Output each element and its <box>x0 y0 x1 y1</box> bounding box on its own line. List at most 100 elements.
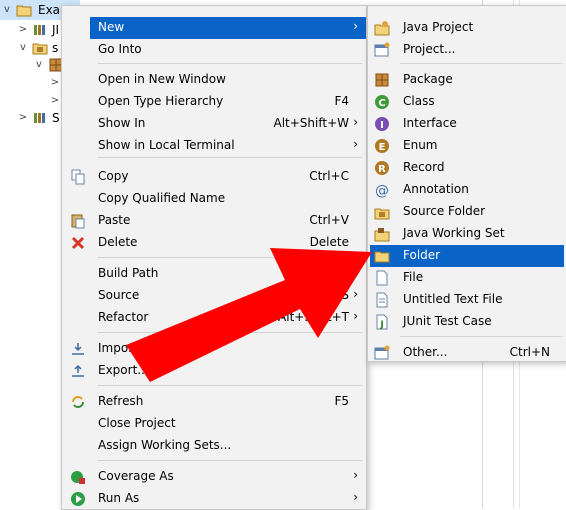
expand-chevron-icon[interactable]: > <box>50 73 60 93</box>
menu-item-show-in[interactable]: Show In Alt+Shift+W › <box>62 113 366 135</box>
new-item-folder[interactable]: Folder <box>370 245 564 267</box>
new-item-enum[interactable]: E Enum <box>368 135 566 157</box>
expand-chevron-icon[interactable]: v <box>18 38 28 58</box>
menu-item-import[interactable]: Import... <box>62 338 366 360</box>
menu-item-copy[interactable]: Copy Ctrl+C <box>62 166 366 188</box>
menu-item-label: Folder <box>403 248 441 262</box>
package-explorer-tree: v Exam > JI v s v > > > S <box>0 0 80 508</box>
paste-icon <box>71 214 85 229</box>
submenu-arrow-icon: › <box>353 287 358 301</box>
menu-item-label: Copy Qualified Name <box>98 191 226 205</box>
menu-item-label: Show In <box>98 116 146 130</box>
library-icon <box>34 25 45 35</box>
new-item-java-project[interactable]: Java Project <box>368 17 566 39</box>
menu-item-label: File <box>403 270 424 284</box>
menu-item-label: Enum <box>403 138 438 152</box>
expand-chevron-icon[interactable]: > <box>18 108 28 128</box>
menu-item-label: Interface <box>403 116 457 130</box>
svg-text:C: C <box>378 98 385 109</box>
menu-item-close-project[interactable]: Close Project <box>62 413 366 435</box>
menu-item-source[interactable]: Source Alt+Shift+S › <box>62 285 366 307</box>
new-item-other[interactable]: Other... Ctrl+N <box>368 342 566 364</box>
copy-icon <box>71 169 85 185</box>
package-icon <box>375 73 389 87</box>
menu-item-run-as[interactable]: Run As › <box>62 488 366 510</box>
project-folder-icon <box>16 5 32 17</box>
menu-item-label: Annotation <box>403 182 469 196</box>
new-item-annotation[interactable]: @ Annotation <box>368 179 566 201</box>
junit-icon: J <box>376 314 388 330</box>
expand-chevron-icon[interactable]: v <box>34 55 44 75</box>
menu-item-go-into[interactable]: Go Into <box>62 39 366 61</box>
menu-separator <box>98 460 362 461</box>
menu-item-build-path[interactable]: Build Path › <box>62 263 366 285</box>
new-item-project[interactable]: Project... <box>368 39 566 61</box>
menu-item-open-in-new-window[interactable]: Open in New Window <box>62 69 366 91</box>
menu-item-paste[interactable]: Paste Ctrl+V <box>62 210 366 232</box>
java-project-icon <box>374 21 390 36</box>
menu-item-assign-working-sets[interactable]: Assign Working Sets... <box>62 435 366 457</box>
submenu-arrow-icon: › <box>353 19 358 33</box>
submenu-arrow-icon: › <box>353 309 358 323</box>
menu-separator <box>98 385 362 386</box>
new-item-class[interactable]: C Class <box>368 91 566 113</box>
menu-item-copy-qualified-name[interactable]: Copy Qualified Name <box>62 188 366 210</box>
menu-item-show-in-local-terminal[interactable]: Show in Local Terminal › <box>62 135 366 157</box>
menu-item-coverage-as[interactable]: Coverage As › <box>62 466 366 488</box>
menu-item-refactor[interactable]: Refactor Alt+Shift+T › <box>62 307 366 329</box>
new-item-record[interactable]: R Record <box>368 157 566 179</box>
menu-separator <box>98 257 362 258</box>
menu-item-label: Coverage As <box>98 469 174 483</box>
menu-item-open-type-hierarchy[interactable]: Open Type Hierarchy F4 <box>62 91 366 113</box>
menu-item-label: Java Working Set <box>403 226 505 240</box>
expand-chevron-icon[interactable]: v <box>2 0 12 20</box>
new-item-source-folder[interactable]: Source Folder <box>368 201 566 223</box>
new-item-junit-test-case[interactable]: J JUnit Test Case <box>368 311 566 333</box>
svg-text:R: R <box>378 164 386 175</box>
menu-item-label: Open Type Hierarchy <box>98 94 224 108</box>
new-item-package[interactable]: Package <box>368 69 566 91</box>
new-item-untitled-text-file[interactable]: Untitled Text File <box>368 289 566 311</box>
menu-item-label: Close Project <box>98 416 176 430</box>
menu-item-shortcut: Ctrl+C <box>309 169 349 183</box>
menu-item-label: Copy <box>98 169 129 183</box>
menu-item-refresh[interactable]: Refresh F5 <box>62 391 366 413</box>
menu-item-label: Run As <box>98 491 140 505</box>
coverage-icon <box>71 471 85 484</box>
run-icon <box>71 492 85 506</box>
menu-item-shortcut: Delete <box>309 235 349 249</box>
menu-item-delete[interactable]: Delete Delete <box>62 232 366 254</box>
new-item-file[interactable]: File <box>368 267 566 289</box>
delete-icon <box>71 236 85 250</box>
menu-item-label: Record <box>403 160 445 174</box>
submenu-arrow-icon: › <box>353 137 358 151</box>
submenu-arrow-icon: › <box>353 115 358 129</box>
import-icon <box>72 343 84 355</box>
source-folder-icon <box>32 43 48 55</box>
source-folder-icon <box>374 208 390 220</box>
project-icon <box>374 42 390 57</box>
menu-item-label: Package <box>403 72 453 86</box>
submenu-arrow-icon: › <box>353 490 358 504</box>
menu-item-shortcut: Ctrl+N <box>509 345 550 359</box>
menu-separator <box>98 63 362 64</box>
new-item-interface[interactable]: I Interface <box>368 113 566 135</box>
menu-separator <box>400 336 562 337</box>
expand-chevron-icon[interactable]: > <box>18 20 28 40</box>
menu-item-label: Go Into <box>98 42 142 56</box>
menu-item-label: New <box>98 20 125 34</box>
menu-item-label: Build Path <box>98 266 159 280</box>
menu-item-new[interactable]: New › <box>90 17 366 39</box>
new-item-java-working-set[interactable]: Java Working Set <box>368 223 566 245</box>
menu-separator <box>98 157 362 158</box>
menu-item-export[interactable]: Export... <box>62 360 366 382</box>
text-file-icon <box>376 292 388 308</box>
interface-icon: I <box>375 117 389 131</box>
refresh-icon <box>72 396 84 408</box>
menu-item-label: Source <box>98 288 140 302</box>
menu-item-label: Untitled Text File <box>403 292 503 306</box>
enum-icon: E <box>375 139 389 153</box>
menu-item-shortcut: Alt+Shift+S <box>277 288 349 302</box>
menu-item-shortcut: Alt+Shift+T <box>278 310 349 324</box>
library-icon <box>34 113 45 123</box>
